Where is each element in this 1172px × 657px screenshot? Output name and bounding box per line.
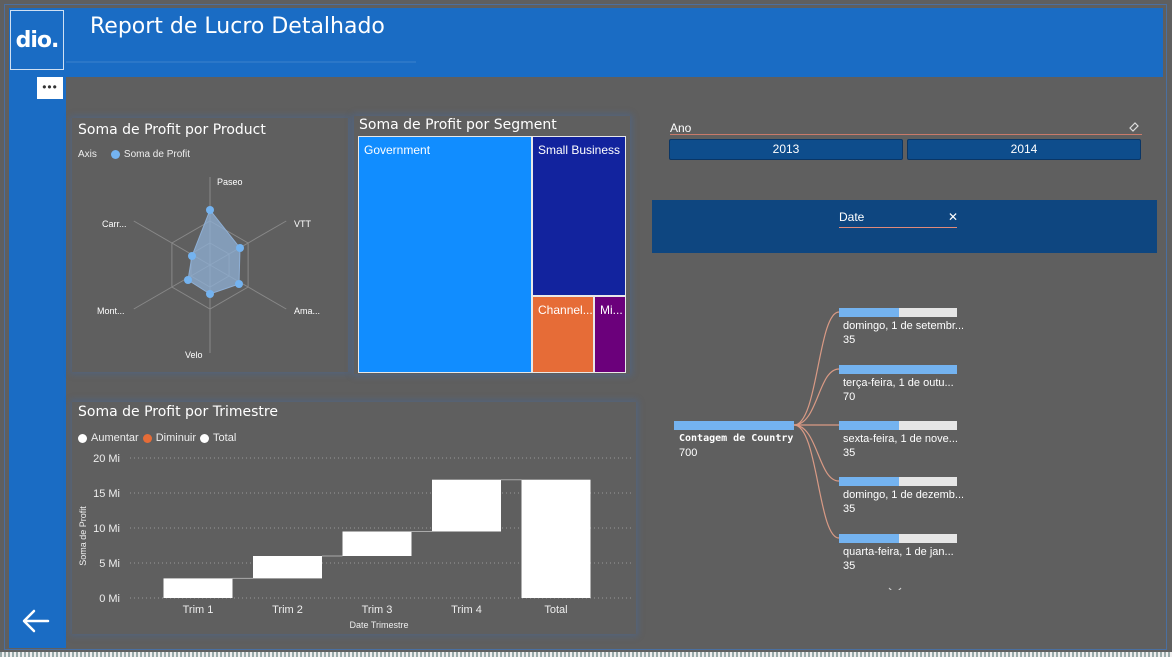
legend-dot <box>110 150 120 159</box>
decomp-node-bar-fill <box>839 534 899 543</box>
radar-axis-label: Carr... <box>102 219 127 229</box>
decomp-connector <box>793 311 840 426</box>
y-tick-label: 5 Mi <box>99 558 120 570</box>
remove-field-icon[interactable]: ✕ <box>948 210 958 224</box>
treemap-title: Soma de Profit por Segment <box>359 117 557 133</box>
bottom-border <box>0 652 1172 657</box>
clear-selection-icon[interactable] <box>1128 120 1140 132</box>
y-tick-label: 15 Mi <box>93 488 120 500</box>
radar-axis-label: Paseo <box>217 177 243 187</box>
arrow-left-icon[interactable] <box>18 603 54 639</box>
radar-chart[interactable]: Paseo VTT Ama... Velo Mont... Carr... <box>72 160 348 370</box>
decomp-node-bar[interactable] <box>839 421 957 430</box>
waterfall-bar[interactable] <box>521 479 591 598</box>
y-tick-label: 0 Mi <box>99 593 120 605</box>
x-tick-label: Trim 3 <box>362 604 393 616</box>
decomp-connector <box>793 424 840 539</box>
root-value: 700 <box>679 447 698 459</box>
treemap-cell-midmarket[interactable]: Mi... <box>595 297 625 372</box>
decomp-node-label: quarta-feira, 1 de jan... <box>843 546 954 558</box>
decomp-node-bar[interactable] <box>839 365 957 374</box>
decomp-node-value: 35 <box>843 334 856 346</box>
decomp-node-bar[interactable] <box>839 308 957 317</box>
radar-data-point[interactable] <box>235 280 243 288</box>
root-bar-fill <box>674 421 794 430</box>
title-underline <box>66 61 416 63</box>
x-tick-label: Trim 1 <box>183 604 214 616</box>
year-option-2013[interactable]: 2013 <box>669 139 903 160</box>
sidebar <box>9 8 66 648</box>
decomp-node-value: 35 <box>843 503 856 515</box>
decomp-connector <box>793 368 840 426</box>
radar-axis-label: VTT <box>294 219 312 229</box>
radar-axis-label: Mont... <box>97 306 125 316</box>
decomp-node-label: sexta-feira, 1 de nove... <box>843 433 958 445</box>
y-tick-label: 10 Mi <box>93 523 120 535</box>
decomp-node-bar-fill <box>839 421 899 430</box>
root-label: Contagem de Country <box>679 433 794 444</box>
x-axis-title: Date Trimestre <box>349 620 408 630</box>
radar-data-point[interactable] <box>188 252 196 260</box>
treemap-cell-label: Mi... <box>600 303 623 317</box>
year-slicer-label: Ano <box>670 121 692 135</box>
treemap-cell-government[interactable]: Government <box>359 137 531 372</box>
treemap-cell-channel[interactable]: Channel... <box>533 297 593 372</box>
decomp-node-label: terça-feira, 1 de outu... <box>843 377 954 389</box>
treemap-cell-label: Small Business <box>538 143 621 157</box>
legend-dot-aumentar <box>78 433 87 443</box>
legend-label: Diminuir <box>155 432 197 444</box>
decomp-node-bar[interactable] <box>839 534 957 543</box>
radar-data-point[interactable] <box>206 290 214 298</box>
page-title: Report de Lucro Detalhado <box>90 14 385 39</box>
waterfall-bar[interactable] <box>253 556 322 579</box>
radar-data-point[interactable] <box>206 206 214 214</box>
root-bar[interactable] <box>674 421 794 430</box>
expand-more-icon <box>888 587 902 590</box>
legend-label: Total <box>213 432 237 444</box>
more-options-button[interactable]: ••• <box>37 77 63 99</box>
waterfall-bar[interactable] <box>432 479 501 532</box>
radar-chart-title: Soma de Profit por Product <box>78 122 266 138</box>
slicer-underline <box>670 134 1142 135</box>
decomp-node-bar-fill <box>839 365 957 374</box>
radar-axis-label: Velo <box>185 350 203 360</box>
waterfall-bar[interactable] <box>342 531 412 557</box>
decomp-node-bar-fill <box>839 477 899 486</box>
treemap-cell-small-business[interactable]: Small Business <box>533 137 625 295</box>
legend-series: Soma de Profit <box>123 149 191 160</box>
decomp-node-value: 70 <box>843 391 856 403</box>
waterfall-legend: Aumentar Diminuir Total <box>78 432 236 444</box>
legend-label: Aumentar <box>91 432 139 444</box>
decomp-node-value: 35 <box>843 560 856 572</box>
y-axis-title: Soma de Profit <box>78 506 88 566</box>
waterfall-title: Soma de Profit por Trimestre <box>78 404 278 420</box>
logo: dio. <box>10 10 64 70</box>
decomp-node-value: 35 <box>843 447 856 459</box>
radar-legend: Axis Soma de Profit <box>78 149 190 160</box>
treemap-cell-label: Channel... <box>538 303 593 317</box>
decomp-node-label: domingo, 1 de dezemb... <box>843 489 963 501</box>
legend-dot-diminuir <box>142 433 152 443</box>
year-option-2014[interactable]: 2014 <box>907 139 1141 160</box>
radar-axis-label: Ama... <box>294 306 320 316</box>
waterfall-bar[interactable] <box>163 578 233 598</box>
decomp-node-label: domingo, 1 de setembr... <box>843 320 963 332</box>
decomp-connector <box>793 424 840 482</box>
treemap-chart[interactable]: Government Small Business Channel... Mi.… <box>358 136 626 373</box>
radar-data-point[interactable] <box>184 276 192 284</box>
decomp-node-bar[interactable] <box>839 477 957 486</box>
x-tick-label: Trim 2 <box>272 604 303 616</box>
legend-dot-total <box>200 433 210 443</box>
radar-data-point[interactable] <box>236 244 244 252</box>
decomp-node-bar-fill <box>839 308 899 317</box>
x-tick-label: Trim 4 <box>451 604 482 616</box>
x-tick-label: Total <box>544 604 567 616</box>
date-field-chip[interactable]: Date <box>839 210 957 228</box>
radar-series-area <box>187 209 241 295</box>
treemap-cell-label: Government <box>364 143 431 157</box>
logo-text: dio. <box>15 27 60 53</box>
y-tick-label: 20 Mi <box>93 453 120 465</box>
legend-title: Axis <box>78 149 97 160</box>
waterfall-chart[interactable]: Soma de Profit Date Trimestre 0 Mi 5 Mi 10… <box>72 446 636 634</box>
